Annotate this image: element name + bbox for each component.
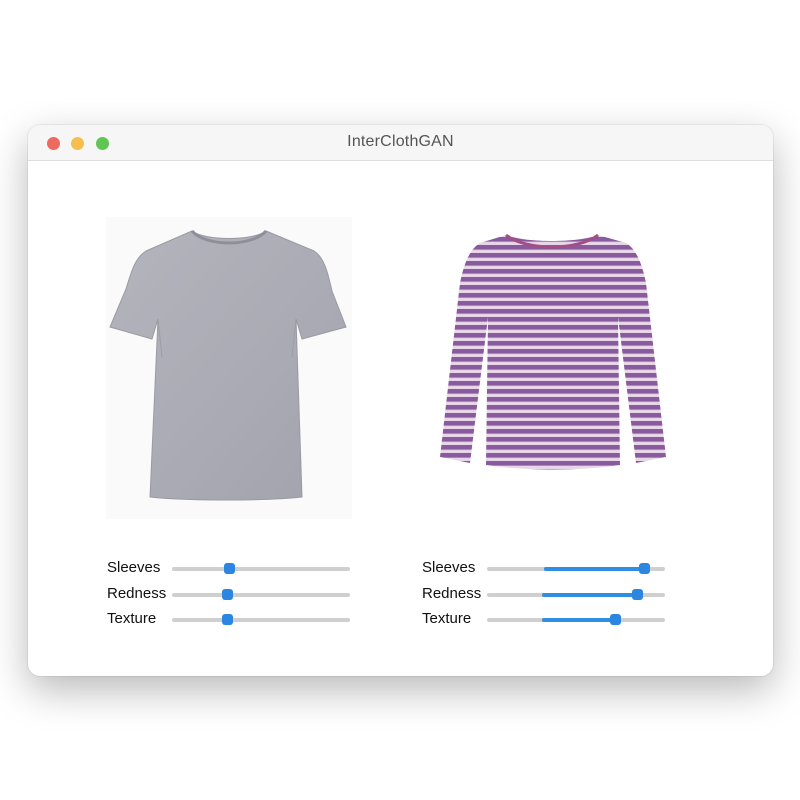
slider-handle[interactable] bbox=[638, 563, 650, 574]
slider-handle[interactable] bbox=[222, 589, 234, 600]
texture-slider[interactable] bbox=[487, 614, 665, 625]
slider-handle[interactable] bbox=[223, 563, 235, 574]
slider-label: Texture bbox=[422, 610, 472, 627]
slider-row: Redness bbox=[107, 584, 407, 604]
slider-row: Sleeves bbox=[422, 558, 722, 578]
texture-slider[interactable] bbox=[172, 614, 350, 625]
tshirt-gray-icon bbox=[109, 229, 347, 501]
slider-handle[interactable] bbox=[222, 614, 234, 625]
generated-garment-image bbox=[422, 221, 684, 483]
slider-row: Texture bbox=[422, 609, 722, 629]
title-bar: InterClothGAN bbox=[28, 125, 773, 161]
slider-handle[interactable] bbox=[610, 614, 622, 625]
striped-longsleeve-icon bbox=[440, 233, 666, 470]
window-title: InterClothGAN bbox=[347, 133, 454, 150]
sleeves-slider[interactable] bbox=[487, 563, 665, 574]
slider-label: Sleeves bbox=[107, 559, 161, 576]
sleeves-slider[interactable] bbox=[172, 563, 350, 574]
slider-label: Sleeves bbox=[422, 559, 476, 576]
redness-slider[interactable] bbox=[172, 589, 350, 600]
slider-handle[interactable] bbox=[631, 589, 643, 600]
slider-row: Texture bbox=[107, 609, 407, 629]
original-garment-image bbox=[106, 217, 352, 519]
app-window: InterClothGAN Sleeves Redness Texture Sl… bbox=[28, 125, 773, 676]
slider-row: Redness bbox=[422, 584, 722, 604]
redness-slider[interactable] bbox=[487, 589, 665, 600]
slider-label: Texture bbox=[107, 610, 157, 627]
slider-label: Redness bbox=[107, 585, 167, 602]
slider-label: Redness bbox=[422, 585, 482, 602]
slider-row: Sleeves bbox=[107, 558, 407, 578]
